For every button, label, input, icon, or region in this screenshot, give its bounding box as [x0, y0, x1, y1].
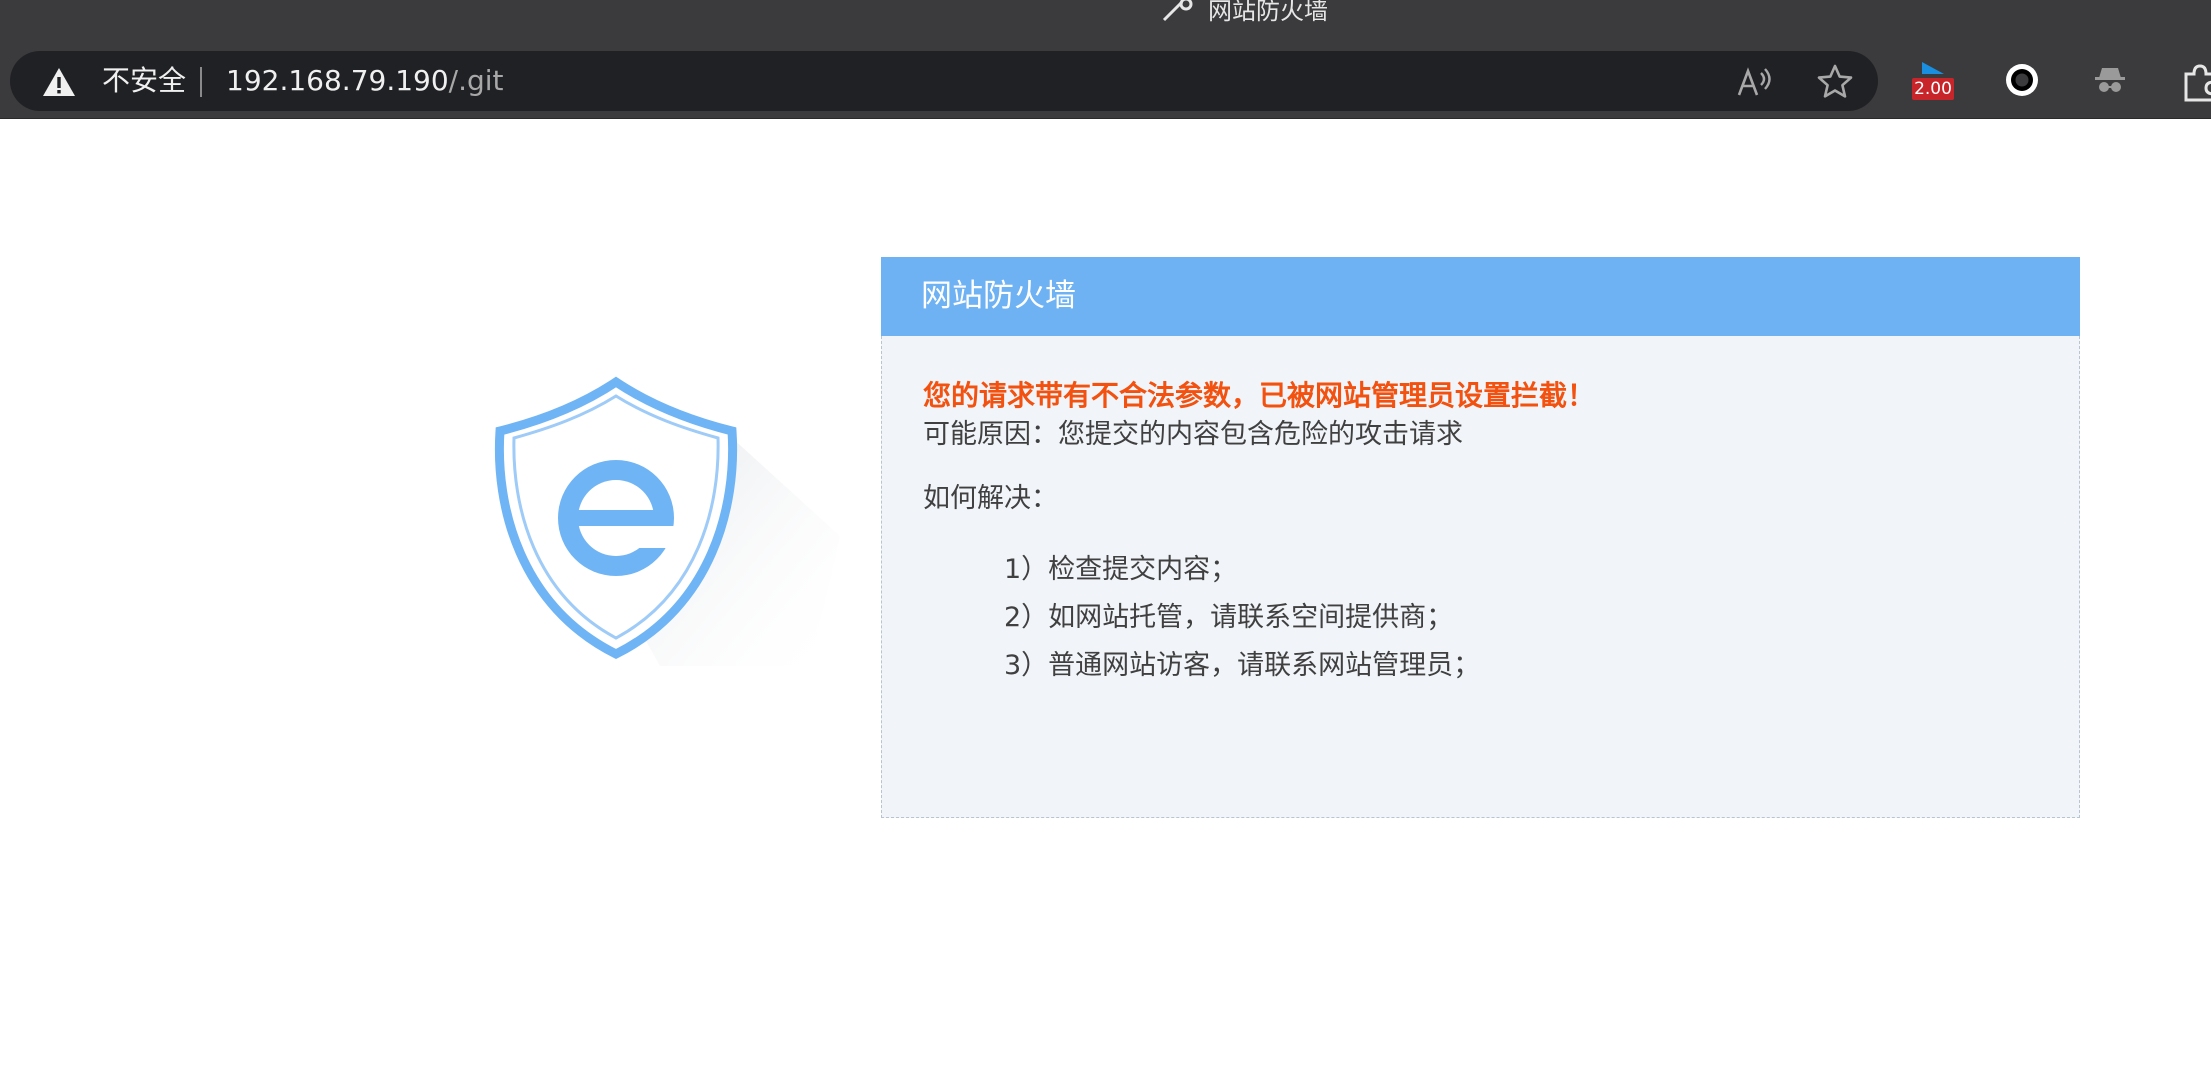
- read-aloud-icon[interactable]: [1736, 65, 1774, 99]
- browser-toolbar: 不安全 192.168.79.190/.git 2.00: [0, 46, 2211, 119]
- panel-body: 您的请求带有不合法参数，已被网站管理员设置拦截！ 可能原因：您提交的内容包含危险…: [881, 336, 2080, 818]
- url-path: /.git: [448, 64, 504, 97]
- solution-step: 2）如网站托管，请联系空间提供商；: [1004, 602, 1454, 633]
- favorite-star-icon[interactable]: [1816, 63, 1854, 101]
- window-title-area: 网站防火墙: [1160, 0, 1328, 26]
- solution-heading: 如何解决：: [923, 483, 1058, 514]
- block-reason: 可能原因：您提交的内容包含危险的攻击请求: [923, 419, 1463, 450]
- extension-ring-icon[interactable]: [2004, 62, 2040, 98]
- solution-step: 3）普通网站访客，请联系网站管理员；: [1004, 650, 1481, 681]
- firewall-shield-logo: [494, 376, 840, 666]
- tools-icon: [1162, 0, 1193, 22]
- address-divider: [200, 67, 202, 97]
- warning-icon[interactable]: [42, 67, 76, 97]
- browser-titlebar: 网站防火墙: [0, 0, 2211, 46]
- block-alert-message: 您的请求带有不合法参数，已被网站管理员设置拦截！: [923, 379, 1596, 412]
- solution-step: 1）检查提交内容；: [1004, 554, 1238, 585]
- firewall-panel: 网站防火墙 您的请求带有不合法参数，已被网站管理员设置拦截！ 可能原因：您提交的…: [881, 257, 2080, 818]
- extension-incognito-icon[interactable]: [2092, 62, 2128, 98]
- url-text[interactable]: 192.168.79.190/.git: [226, 63, 504, 99]
- url-host: 192.168.79.190: [226, 64, 449, 97]
- extensions-puzzle-icon[interactable]: [2180, 62, 2211, 102]
- address-bar[interactable]: 不安全 192.168.79.190/.git: [10, 51, 1878, 111]
- solution-steps-list: 1）检查提交内容； 2）如网站托管，请联系空间提供商； 3）普通网站访客，请联系…: [1004, 546, 1480, 690]
- security-status-label[interactable]: 不安全: [102, 63, 186, 99]
- extension-speed-button[interactable]: 2.00: [1910, 62, 1956, 108]
- window-title: 网站防火墙: [1208, 0, 1328, 25]
- extension-badge: 2.00: [1912, 78, 1954, 100]
- panel-header: 网站防火墙: [881, 257, 2080, 336]
